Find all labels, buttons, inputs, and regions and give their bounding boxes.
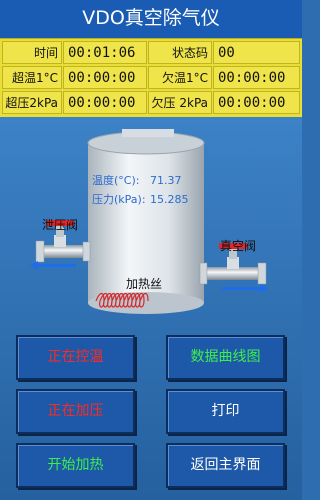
print-button[interactable]: 打印 [166, 389, 285, 434]
overpressure-label: 超压2kPa [2, 91, 62, 114]
app-title: VDO真空除气仪 [82, 7, 220, 29]
start-heating-button[interactable]: 开始加热 [16, 443, 135, 488]
overtemp-value: 00:00:00 [63, 66, 147, 89]
time-value: 00:01:06 [63, 41, 147, 64]
undertemp-value: 00:00:00 [213, 66, 300, 89]
temperature-label: 温度(°C): [92, 173, 139, 187]
status-code-label: 状态码 [148, 41, 212, 64]
hmi-screen: VDO真空除气仪 时间 00:01:06 状态码 00 超温1°C 00:00:… [0, 0, 302, 500]
back-home-button[interactable]: 返回主界面 [166, 443, 285, 488]
temp-control-button[interactable]: 正在控温 [16, 335, 135, 380]
time-label: 时间 [2, 41, 62, 64]
status-panel: 时间 00:01:06 状态码 00 超温1°C 00:00:00 欠温1°C … [0, 38, 302, 119]
overpressure-value: 00:00:00 [63, 91, 147, 114]
underpressure-label: 欠压 2kPa [148, 91, 212, 114]
undertemp-label: 欠温1°C [148, 66, 212, 89]
pressurizing-button[interactable]: 正在加压 [16, 389, 135, 434]
data-curve-button[interactable]: 数据曲线图 [166, 335, 285, 380]
overtemp-label: 超温1°C [2, 66, 62, 89]
title-bar: VDO真空除气仪 [0, 0, 302, 38]
underpressure-value: 00:00:00 [213, 91, 300, 114]
relief-valve-label: 泄压阀 [42, 218, 78, 232]
pressure-label: 压力(kPa): [92, 193, 146, 206]
vacuum-valve-label: 真空阀 [220, 239, 256, 253]
pressure-value: 15.285 [150, 193, 189, 206]
heater-label: 加热丝 [126, 277, 162, 291]
status-code-value: 00 [213, 41, 300, 64]
temperature-value: 71.37 [150, 174, 182, 187]
